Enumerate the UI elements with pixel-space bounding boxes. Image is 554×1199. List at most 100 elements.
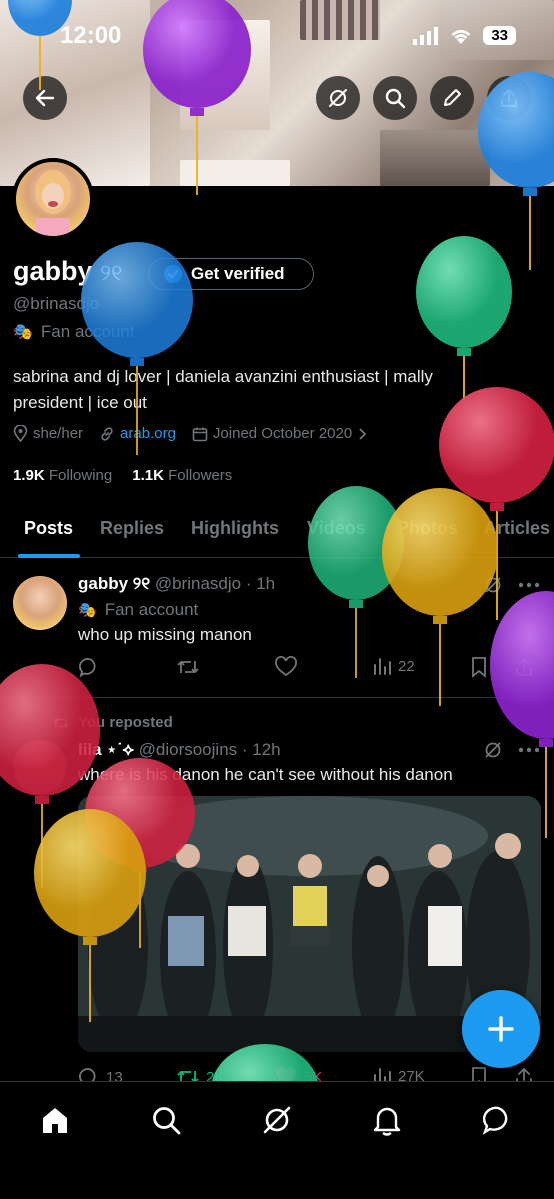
following-count: 1.9K — [13, 467, 45, 484]
plus-icon — [488, 1016, 514, 1042]
search-icon — [385, 88, 406, 109]
like-button[interactable] — [274, 656, 298, 678]
nav-search[interactable] — [146, 1100, 186, 1140]
followers-stat[interactable]: 1.1K Followers — [132, 467, 232, 484]
verified-badge-icon — [164, 265, 182, 283]
post-actions: 22 — [78, 656, 538, 682]
profile-meta: she/her arab.org Joined October 2020 — [13, 425, 367, 442]
tab-videos[interactable]: Videos — [307, 518, 366, 539]
grok-icon[interactable] — [483, 575, 503, 595]
bell-icon — [373, 1107, 401, 1136]
nav-grok[interactable] — [257, 1100, 297, 1140]
bottom-navigation — [0, 1081, 554, 1199]
followers-count: 1.1K — [132, 467, 164, 484]
active-tab-indicator — [18, 554, 80, 558]
profile-category-label: Fan account — [40, 322, 135, 341]
profile-handle: @brinasdjo — [13, 294, 100, 313]
tab-replies[interactable]: Replies — [100, 518, 164, 539]
post-avatar[interactable] — [13, 740, 67, 794]
share-post-button[interactable] — [514, 656, 534, 678]
bookmark-button[interactable] — [470, 656, 488, 678]
wifi-icon — [451, 29, 471, 44]
pronouns-text: she/her — [33, 425, 84, 442]
profile-link-text[interactable]: arab.org — [120, 425, 176, 442]
search-button[interactable] — [373, 76, 417, 120]
post-text: who up missing manon — [78, 625, 252, 644]
following-label: Following — [48, 467, 113, 484]
bio-line-1: sabrina and dj lover | daniela avanzini … — [13, 367, 433, 386]
pencil-icon — [444, 89, 461, 106]
display-name-symbols: ୨୧ — [100, 260, 123, 285]
repost-icon — [177, 661, 199, 673]
post-avatar[interactable] — [13, 576, 67, 630]
post-divider — [0, 697, 554, 698]
theater-masks-icon: 🎭 — [78, 602, 97, 619]
chevron-right-icon — [359, 427, 367, 440]
profile-link[interactable]: arab.org — [99, 425, 176, 442]
nav-home[interactable] — [35, 1100, 75, 1140]
compose-post-button[interactable] — [462, 990, 540, 1068]
post-author-category: 🎭 Fan account — [78, 600, 198, 620]
post-text: where is his danon he can't see without … — [78, 765, 453, 784]
follow-stats: 1.9K Following 1.1K Followers — [13, 467, 232, 484]
share-icon — [516, 657, 532, 676]
location-pin-icon — [13, 425, 28, 442]
reply-button[interactable] — [78, 656, 100, 678]
joined-date[interactable]: Joined October 2020 — [192, 425, 367, 442]
post-category-label: Fan account — [104, 600, 199, 619]
post-author-handle: @diorsoojins — [138, 740, 238, 759]
calendar-icon — [192, 427, 208, 441]
repost-icon — [53, 717, 69, 728]
grok-icon — [329, 89, 347, 107]
chat-bubble-icon — [482, 1106, 508, 1135]
share-button[interactable] — [487, 76, 531, 120]
status-icons: 33 — [413, 26, 516, 45]
signal-icon — [413, 26, 439, 45]
reply-icon — [79, 658, 96, 678]
banner-shoes-photo — [380, 130, 490, 186]
tab-articles[interactable]: Articles — [484, 518, 550, 539]
heart-icon — [275, 656, 297, 677]
display-name: gabby ୨୧ — [13, 256, 122, 287]
profile-category: 🎭 Fan account — [13, 322, 134, 342]
post-header: lila ⋆˙⟡ @diorsoojins · 12h — [78, 740, 281, 759]
theater-masks-icon: 🎭 — [13, 324, 33, 341]
tab-highlights[interactable]: Highlights — [191, 518, 279, 539]
avatar-photo — [35, 170, 71, 236]
tab-posts[interactable]: Posts — [24, 518, 73, 539]
post-author-name[interactable]: gabby ୨୧ — [78, 574, 150, 593]
tab-photos[interactable]: Photos — [397, 518, 458, 539]
status-bar: 12:00 33 — [0, 0, 554, 70]
views-count: 22 — [398, 657, 415, 675]
bio-line-2: president | ice out — [13, 393, 147, 412]
views-stat[interactable]: 22 — [372, 656, 415, 676]
battery-indicator: 33 — [483, 26, 516, 45]
followers-label: Followers — [168, 467, 233, 484]
profile-tabs: Posts Replies Highlights Videos Photos A… — [0, 500, 554, 558]
grok-icon[interactable] — [483, 740, 503, 760]
profile-avatar[interactable] — [12, 158, 94, 240]
following-stat[interactable]: 1.9K Following — [13, 467, 112, 484]
nav-messages[interactable] — [478, 1100, 518, 1140]
more-options-icon[interactable] — [518, 747, 540, 753]
pronouns: she/her — [13, 425, 83, 442]
more-options-icon[interactable] — [518, 582, 540, 588]
nav-notifications[interactable] — [367, 1100, 407, 1140]
grok-icon — [263, 1106, 291, 1134]
get-verified-button[interactable]: Get verified — [148, 258, 314, 290]
edit-button[interactable] — [430, 76, 474, 120]
home-icon — [43, 1108, 67, 1133]
banner-caption-strip — [180, 160, 290, 186]
post-time: 12h — [252, 740, 281, 759]
share-icon — [501, 89, 517, 107]
post-time: 1h — [256, 574, 276, 593]
arrow-left-icon — [35, 89, 55, 107]
grok-button[interactable] — [316, 76, 360, 120]
post-author-name[interactable]: lila ⋆˙⟡ — [78, 740, 134, 759]
get-verified-label: Get verified — [191, 264, 285, 283]
search-icon — [153, 1107, 181, 1135]
back-button[interactable] — [23, 76, 67, 120]
bookmark-icon — [472, 657, 486, 678]
repost-indicator: You reposted — [52, 714, 173, 731]
repost-button[interactable] — [176, 656, 200, 678]
